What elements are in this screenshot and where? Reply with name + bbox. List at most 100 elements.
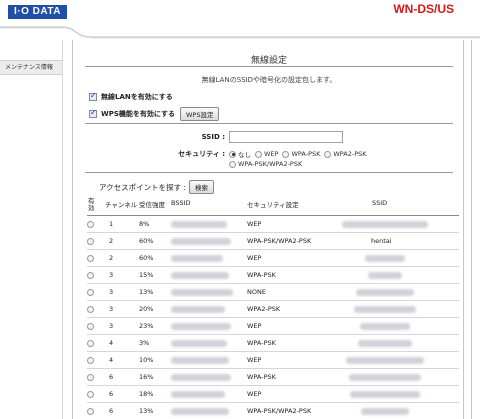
ssid-redacted xyxy=(346,357,424,364)
ap-select-radio[interactable] xyxy=(87,272,94,279)
signal-cell: 60% xyxy=(139,237,154,245)
table-row[interactable]: 3 20% WPA2-PSK xyxy=(87,301,459,318)
wlan-enable-row: 無線LANを有効にする xyxy=(89,91,173,102)
security-radio-wpa-psk[interactable] xyxy=(282,150,290,158)
ap-search-row: アクセスポイントを探す : 検索 xyxy=(99,180,215,194)
table-row[interactable]: 2 60% WEP xyxy=(87,250,459,267)
channel-cell: 2 xyxy=(109,254,114,262)
wps-enable-checkbox[interactable] xyxy=(89,108,97,118)
ssid-redacted xyxy=(361,408,409,415)
ssid-redacted xyxy=(342,221,428,228)
table-row[interactable]: 4 3% WPA-PSK xyxy=(87,335,459,352)
bssid-redacted xyxy=(171,340,227,347)
bssid-redacted xyxy=(171,272,229,279)
channel-cell: 4 xyxy=(109,356,114,364)
ap-select-radio[interactable] xyxy=(87,357,94,364)
bssid-redacted xyxy=(171,306,225,313)
ssid-redacted xyxy=(358,340,412,347)
col-signal: 受信強度 xyxy=(139,201,165,209)
security-options-row1: なし WEP WPA-PSK WPA2-PSK xyxy=(225,149,367,159)
ssid-redacted xyxy=(368,272,402,279)
ssid-redacted xyxy=(356,289,414,296)
security-option-label: WPA2-PSK xyxy=(333,150,367,158)
bssid-redacted xyxy=(171,289,233,296)
ap-select-radio[interactable] xyxy=(87,374,94,381)
channel-cell: 3 xyxy=(109,271,114,279)
brand-logo: I·O DATA xyxy=(8,5,67,19)
ap-select-radio[interactable] xyxy=(87,340,94,347)
wps-settings-button[interactable]: WPS設定 xyxy=(179,107,220,121)
security-radio-wpa2-psk[interactable] xyxy=(324,150,332,158)
ap-select-radio[interactable] xyxy=(87,221,94,228)
signal-cell: 16% xyxy=(139,373,154,381)
col-security: セキュリティ設定 xyxy=(247,201,299,209)
ap-select-radio[interactable] xyxy=(87,255,94,262)
table-row[interactable]: 6 16% WPA-PSK xyxy=(87,369,459,386)
security-option-label: なし xyxy=(238,151,251,159)
table-row[interactable]: 3 15% WPA-PSK xyxy=(87,267,459,284)
signal-cell: 23% xyxy=(139,322,154,330)
table-row[interactable]: 6 13% WPA-PSK/WPA2-PSK xyxy=(87,403,459,419)
ssid-input[interactable] xyxy=(229,131,343,143)
table-body: 1 8% WEP 2 60% WPA-PSK/WPA2-PSK hentai 2 60% WEP 3… xyxy=(87,216,459,419)
bssid-redacted xyxy=(171,221,227,228)
table-row[interactable]: 4 10% WEP xyxy=(87,352,459,369)
outer-border xyxy=(471,40,472,419)
signal-cell: 13% xyxy=(139,407,154,415)
bssid-redacted xyxy=(171,357,229,364)
security-cell: WPA-PSK/WPA2-PSK xyxy=(247,407,312,415)
security-option-label: WPA-PSK/WPA2-PSK xyxy=(238,160,303,168)
ssid-label: SSID : xyxy=(201,133,225,141)
security-label: セキュリティ : xyxy=(178,150,225,158)
page-title: 無線設定 xyxy=(250,56,287,66)
ap-select-radio[interactable] xyxy=(87,289,94,296)
ssid-redacted xyxy=(350,391,420,398)
col-bssid: BSSID xyxy=(171,199,191,207)
ap-select-radio[interactable] xyxy=(87,306,94,313)
signal-cell: 18% xyxy=(139,390,154,398)
table-row[interactable]: 6 18% WEP xyxy=(87,386,459,403)
divider xyxy=(85,172,453,173)
divider xyxy=(85,123,453,124)
header: I·O DATA WN-DS/US xyxy=(0,0,480,40)
ap-select-radio[interactable] xyxy=(87,408,94,415)
security-radio-wep[interactable] xyxy=(255,150,262,158)
channel-cell: 3 xyxy=(109,288,114,296)
ssid-redacted xyxy=(365,255,405,262)
table-row[interactable]: 3 23% WEP xyxy=(87,318,459,335)
sidebar-item-maintenance[interactable]: メンテナンス情報 xyxy=(0,60,62,75)
table-row[interactable]: 3 13% NONE xyxy=(87,284,459,301)
bssid-redacted xyxy=(171,408,229,415)
bssid-redacted xyxy=(171,238,231,245)
security-cell: WPA-PSK xyxy=(247,373,276,381)
security-cell: WEP xyxy=(247,356,262,364)
security-cell: WPA-PSK/WPA2-PSK xyxy=(247,237,312,245)
bssid-redacted xyxy=(171,323,231,330)
security-radio-wpa-wpa2-psk[interactable] xyxy=(229,160,236,168)
channel-cell: 1 xyxy=(109,220,114,228)
ssid-cell: hentai xyxy=(371,237,392,245)
security-radio-none[interactable] xyxy=(229,150,236,158)
table-row[interactable]: 2 60% WPA-PSK/WPA2-PSK hentai xyxy=(87,233,459,250)
security-cell: WPA-PSK xyxy=(247,339,276,347)
ap-select-radio[interactable] xyxy=(87,238,94,245)
signal-cell: 60% xyxy=(139,254,154,262)
search-button[interactable]: 検索 xyxy=(189,180,215,194)
security-cell: WEP xyxy=(247,254,262,262)
ap-select-radio[interactable] xyxy=(87,323,94,330)
ssid-redacted xyxy=(349,374,421,381)
channel-cell: 4 xyxy=(109,339,114,347)
security-option-label: WEP xyxy=(264,150,279,158)
channel-cell: 3 xyxy=(109,322,114,330)
signal-cell: 8% xyxy=(139,220,150,228)
page-description: 無線LANのSSIDや暗号化の設定包します。 xyxy=(201,76,337,84)
security-cell: WEP xyxy=(247,390,262,398)
table-row[interactable]: 1 8% WEP xyxy=(87,216,459,233)
channel-cell: 3 xyxy=(109,305,114,313)
wps-enable-label: WPS機能を有効にする xyxy=(101,110,175,118)
wps-enable-row: WPS機能を有効にする WPS設定 xyxy=(89,107,220,121)
model-name: WN-DS/US xyxy=(393,2,454,16)
wlan-enable-checkbox[interactable] xyxy=(89,91,97,101)
ssid-redacted xyxy=(354,306,416,313)
ap-select-radio[interactable] xyxy=(87,391,94,398)
